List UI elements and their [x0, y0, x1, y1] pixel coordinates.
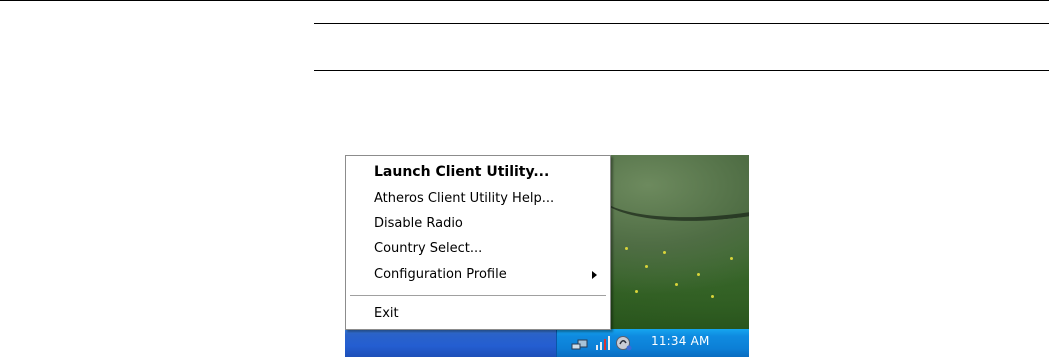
menu-separator — [350, 295, 606, 296]
wallpaper-flower — [730, 257, 733, 260]
atheros-utility-icon[interactable] — [615, 335, 633, 351]
signal-strength-icon[interactable] — [595, 335, 611, 351]
section-rule-lower — [314, 70, 1049, 71]
context-menu: Launch Client Utility... Atheros Client … — [345, 155, 611, 330]
tray-clock[interactable]: 11:34 AM — [651, 334, 710, 348]
top-rule — [0, 0, 1049, 1]
menu-item-disable-radio[interactable]: Disable Radio — [347, 212, 609, 235]
wallpaper-flower — [675, 283, 678, 286]
wallpaper-flower — [663, 251, 666, 254]
wallpaper-flower — [711, 295, 714, 298]
submenu-arrow-icon — [592, 271, 597, 279]
menu-item-label: Disable Radio — [374, 216, 463, 231]
wallpaper-flower — [635, 290, 638, 293]
menu-item-label: Country Select... — [374, 241, 483, 256]
menu-item-label: Launch Client Utility... — [374, 164, 550, 180]
menu-item-country-select[interactable]: Country Select... — [347, 237, 609, 260]
screenshot-frame: 11:34 AM Launch Client Utility... Athero… — [345, 155, 749, 357]
wallpaper-flower — [625, 247, 628, 250]
menu-item-configuration-profile[interactable]: Configuration Profile — [347, 263, 609, 286]
wallpaper-flower — [697, 273, 700, 276]
menu-item-label: Atheros Client Utility Help... — [374, 191, 555, 206]
menu-item-launch-client-utility[interactable]: Launch Client Utility... — [347, 161, 609, 184]
section-rule-upper — [314, 23, 1049, 24]
menu-item-exit[interactable]: Exit — [347, 302, 609, 325]
network-connection-icon[interactable] — [569, 335, 591, 351]
wallpaper-flower — [645, 265, 648, 268]
menu-item-atheros-client-utility-help[interactable]: Atheros Client Utility Help... — [347, 187, 609, 210]
menu-item-label: Configuration Profile — [374, 267, 507, 282]
menu-item-label: Exit — [374, 306, 399, 321]
